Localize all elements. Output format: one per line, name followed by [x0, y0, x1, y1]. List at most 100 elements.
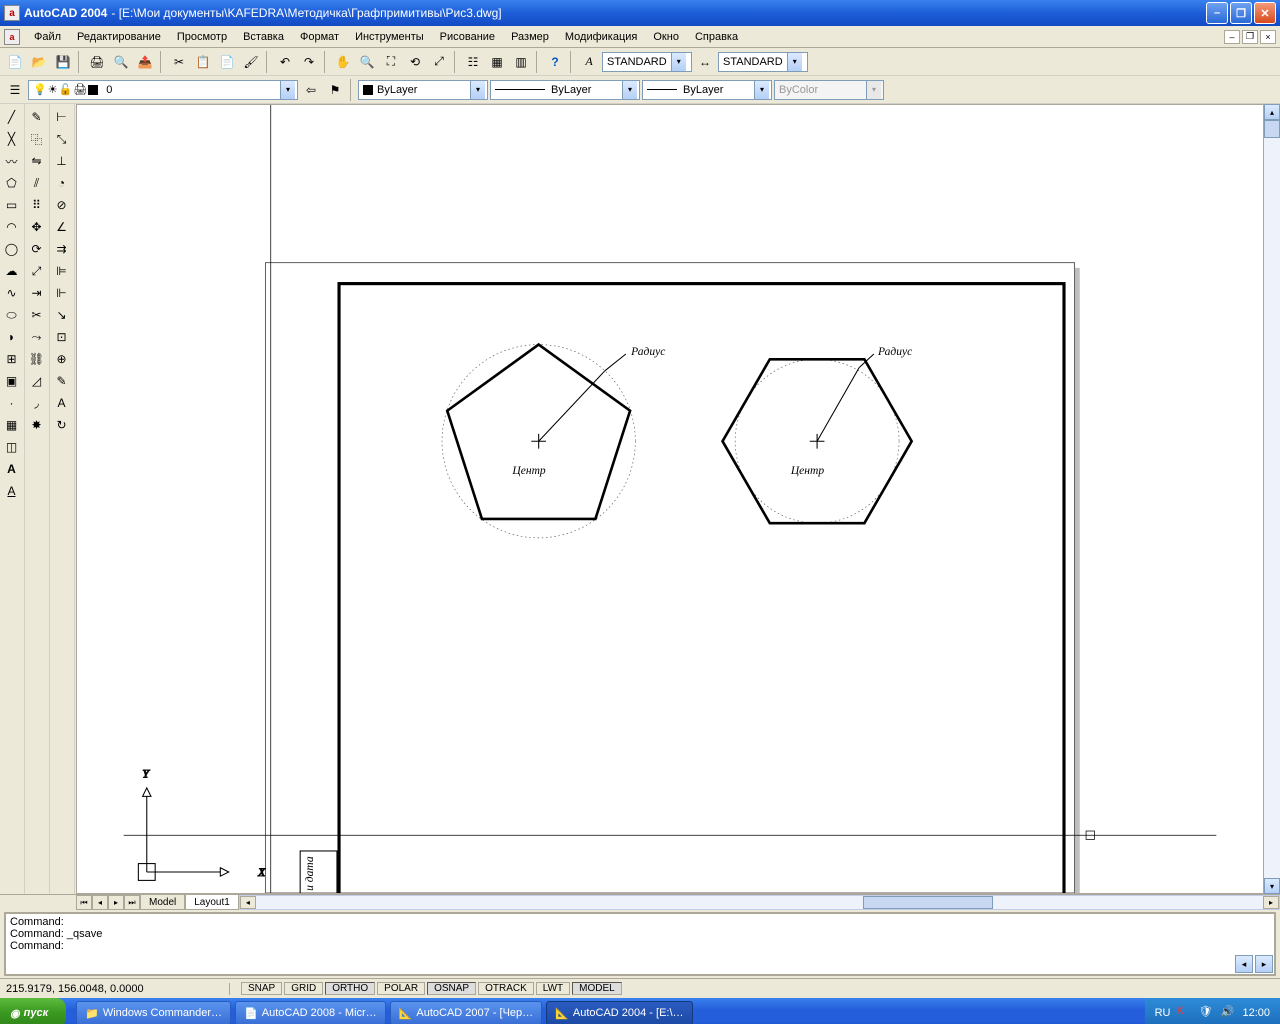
taskbar-item[interactable]: 📐AutoCAD 2007 - [Чер…	[390, 1001, 542, 1024]
dim-edit-tool[interactable]: ✎	[50, 370, 73, 392]
xline-tool[interactable]: ╳	[0, 128, 23, 150]
cut-button[interactable]: ✂	[168, 51, 190, 73]
revcloud-tool[interactable]: ☁	[0, 260, 23, 282]
grid-toggle[interactable]: GRID	[284, 982, 323, 995]
circle-tool[interactable]: ◯	[0, 238, 23, 260]
dim-aligned-tool[interactable]: ⤡	[50, 128, 73, 150]
zoom-realtime-button[interactable]: 🔍	[356, 51, 378, 73]
insert-block-tool[interactable]: ⊞	[0, 348, 23, 370]
pline-tool[interactable]: 〰	[0, 150, 23, 172]
offset-tool[interactable]: ⫽	[25, 172, 48, 194]
dim-radius-tool[interactable]: ◔	[50, 172, 73, 194]
menu-insert[interactable]: Вставка	[235, 29, 292, 45]
help-button[interactable]: ?	[544, 51, 566, 73]
window-minimize-button[interactable]: –	[1206, 2, 1228, 24]
clock[interactable]: 12:00	[1242, 1007, 1270, 1019]
break-tool[interactable]: ⛓	[25, 348, 48, 370]
ortho-toggle[interactable]: ORTHO	[325, 982, 375, 995]
region-tool[interactable]: ◫	[0, 436, 23, 458]
cmd-scroll-left[interactable]: ◂	[1235, 955, 1253, 973]
scroll-thumb[interactable]	[1264, 120, 1280, 138]
mdi-restore-button[interactable]: ❐	[1242, 30, 1258, 44]
window-maximize-button[interactable]: ❐	[1230, 2, 1252, 24]
stretch-tool[interactable]: ⇥	[25, 282, 48, 304]
rectangle-tool[interactable]: ▭	[0, 194, 23, 216]
menu-help[interactable]: Справка	[687, 29, 746, 45]
properties-button[interactable]: ☷	[462, 51, 484, 73]
redo-button[interactable]: ↷	[298, 51, 320, 73]
copy-tool[interactable]: ⿻	[25, 128, 48, 150]
dim-baseline-tool[interactable]: ⊫	[50, 260, 73, 282]
ellipse-arc-tool[interactable]: ◗	[0, 326, 23, 348]
print-preview-button[interactable]: 🔍	[110, 51, 132, 73]
zoom-previous-button[interactable]: ⟲	[404, 51, 426, 73]
move-tool[interactable]: ✥	[25, 216, 48, 238]
otrack-toggle[interactable]: OTRACK	[478, 982, 534, 995]
extend-tool[interactable]: ⤳	[25, 326, 48, 348]
command-window[interactable]: Command: Command: _qsave Command: ◂ ▸	[4, 912, 1276, 976]
dim-style-icon[interactable]: ↔	[694, 51, 716, 73]
cmd-scroll-right[interactable]: ▸	[1255, 955, 1273, 973]
zoom-extents-button[interactable]: ⤢	[428, 51, 450, 73]
spline-tool[interactable]: ∿	[0, 282, 23, 304]
point-tool[interactable]: ·	[0, 392, 23, 414]
ellipse-tool[interactable]: ⬭	[0, 304, 23, 326]
window-close-button[interactable]: ✕	[1254, 2, 1276, 24]
menu-dimension[interactable]: Размер	[503, 29, 557, 45]
osnap-toggle[interactable]: OSNAP	[427, 982, 476, 995]
mirror-tool[interactable]: ⇋	[25, 150, 48, 172]
system-tray[interactable]: RU K 🛡 🔊 12:00	[1145, 998, 1280, 1024]
language-indicator[interactable]: RU	[1155, 1007, 1171, 1019]
color-control-dropdown[interactable]: ByLayer ▾	[358, 80, 488, 100]
taskbar-item[interactable]: 📄AutoCAD 2008 - Micr…	[235, 1001, 386, 1024]
explode-tool[interactable]: ✸	[25, 414, 48, 436]
pan-button[interactable]: ✋	[332, 51, 354, 73]
array-tool[interactable]: ⠿	[25, 194, 48, 216]
dim-tedit-tool[interactable]: A	[50, 392, 73, 414]
tab-layout1[interactable]: Layout1	[185, 895, 239, 910]
vertical-scrollbar[interactable]: ▴ ▾	[1264, 104, 1280, 894]
horizontal-scrollbar[interactable]: ◂ ▸	[239, 895, 1280, 910]
lwt-toggle[interactable]: LWT	[536, 982, 570, 995]
menu-draw[interactable]: Рисование	[432, 29, 503, 45]
dim-diameter-tool[interactable]: ⊘	[50, 194, 73, 216]
zoom-window-button[interactable]: ⛶	[380, 51, 402, 73]
erase-tool[interactable]: ✎	[25, 106, 48, 128]
linetype-control-dropdown[interactable]: ByLayer ▾	[490, 80, 640, 100]
save-button[interactable]: 💾	[52, 51, 74, 73]
scroll-up-button[interactable]: ▴	[1264, 104, 1280, 120]
design-center-button[interactable]: ▦	[486, 51, 508, 73]
polygon-tool[interactable]: ⬠	[0, 172, 23, 194]
arc-tool[interactable]: ◠	[0, 216, 23, 238]
model-toggle[interactable]: MODEL	[572, 982, 622, 995]
dim-leader-tool[interactable]: ↘	[50, 304, 73, 326]
fillet-tool[interactable]: ◞	[25, 392, 48, 414]
tab-nav-last[interactable]: ⏭	[124, 895, 140, 910]
mdi-minimize-button[interactable]: –	[1224, 30, 1240, 44]
text-tool[interactable]: A	[0, 480, 23, 502]
taskbar-item[interactable]: 📁Windows Commander…	[76, 1001, 231, 1024]
coordinate-display[interactable]: 215.9179, 156.0048, 0.0000	[0, 983, 230, 995]
hscroll-left[interactable]: ◂	[240, 896, 256, 909]
scale-tool[interactable]: ⤢	[25, 260, 48, 282]
dim-continue-tool[interactable]: ⊩	[50, 282, 73, 304]
tab-nav-prev[interactable]: ◂	[92, 895, 108, 910]
taskbar-item-active[interactable]: 📐AutoCAD 2004 - [E:\…	[546, 1001, 692, 1024]
menu-modify[interactable]: Модификация	[557, 29, 646, 45]
open-button[interactable]: 📂	[28, 51, 50, 73]
tray-icon[interactable]: 🛡	[1198, 1005, 1214, 1021]
command-prompt[interactable]: Command:	[10, 940, 1270, 952]
text-style-dropdown[interactable]: STANDARD ▾	[602, 52, 692, 72]
dim-linear-tool[interactable]: ⊢	[50, 106, 73, 128]
dim-quick-tool[interactable]: ⇉	[50, 238, 73, 260]
snap-toggle[interactable]: SNAP	[241, 982, 282, 995]
tab-nav-first[interactable]: ⏮	[76, 895, 92, 910]
tab-nav-next[interactable]: ▸	[108, 895, 124, 910]
menu-tools[interactable]: Инструменты	[347, 29, 432, 45]
dim-update-tool[interactable]: ↻	[50, 414, 73, 436]
polar-toggle[interactable]: POLAR	[377, 982, 425, 995]
tray-icon[interactable]: 🔊	[1220, 1005, 1236, 1021]
dim-tolerance-tool[interactable]: ⊡	[50, 326, 73, 348]
lineweight-control-dropdown[interactable]: ByLayer ▾	[642, 80, 772, 100]
layer-dropdown[interactable]: 💡 ☀ 🔓 🖨 0 ▾	[28, 80, 298, 100]
